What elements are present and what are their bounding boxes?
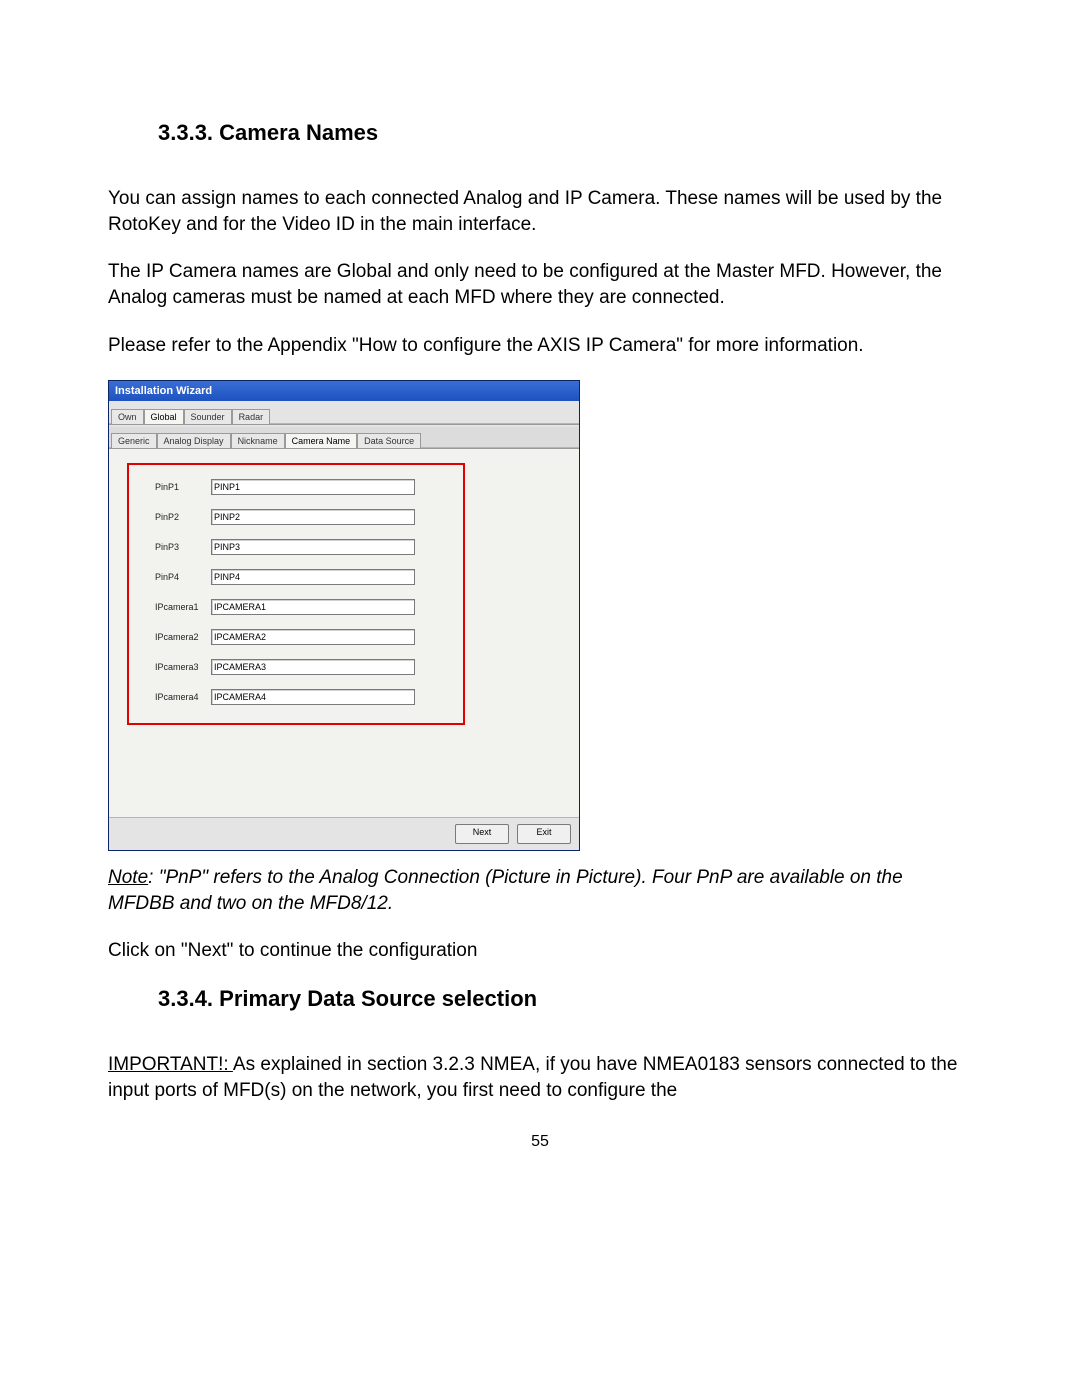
paragraph-3: Please refer to the Appendix "How to con…	[108, 333, 972, 359]
tab-nickname[interactable]: Nickname	[231, 433, 285, 448]
label-ipcamera4: IPcamera4	[155, 692, 211, 702]
input-ipcamera4[interactable]: IPCAMERA4	[211, 689, 415, 705]
heading-334: 3.3.4. Primary Data Source selection	[158, 986, 972, 1012]
field-row-ipcamera2: IPcamera2 IPCAMERA2	[155, 629, 445, 645]
tab-analog-display[interactable]: Analog Display	[157, 433, 231, 448]
inner-tab-strip: Generic Analog Display Nickname Camera N…	[109, 425, 579, 449]
wizard-footer: Next Exit	[109, 817, 579, 850]
important-label: IMPORTANT!:	[108, 1054, 233, 1075]
window-titlebar: Installation Wizard	[109, 381, 579, 401]
tab-global[interactable]: Global	[144, 409, 184, 424]
label-pinp4: PinP4	[155, 572, 211, 582]
heading-333: 3.3.3. Camera Names	[158, 120, 972, 146]
note-label: Note	[108, 867, 148, 888]
input-pinp2[interactable]: PINP2	[211, 509, 415, 525]
label-pinp1: PinP1	[155, 482, 211, 492]
paragraph-1: You can assign names to each connected A…	[108, 186, 972, 237]
paragraph-2: The IP Camera names are Global and only …	[108, 259, 972, 310]
tab-sounder[interactable]: Sounder	[184, 409, 232, 424]
important-body: As explained in section 3.2.3 NMEA, if y…	[108, 1054, 957, 1101]
field-row-ipcamera4: IPcamera4 IPCAMERA4	[155, 689, 445, 705]
installation-wizard-window: Installation Wizard Own Global Sounder R…	[108, 380, 580, 851]
note-body: : "PnP" refers to the Analog Connection …	[108, 867, 903, 914]
exit-button[interactable]: Exit	[517, 824, 571, 844]
field-row-ipcamera3: IPcamera3 IPCAMERA3	[155, 659, 445, 675]
next-button[interactable]: Next	[455, 824, 509, 844]
input-pinp3[interactable]: PINP3	[211, 539, 415, 555]
field-row-ipcamera1: IPcamera1 IPCAMERA1	[155, 599, 445, 615]
important-paragraph: IMPORTANT!: As explained in section 3.2.…	[108, 1052, 972, 1103]
input-pinp1[interactable]: PINP1	[211, 479, 415, 495]
label-pinp2: PinP2	[155, 512, 211, 522]
highlighted-fields-box: PinP1 PINP1 PinP2 PINP2 PinP3 PINP3 PinP…	[127, 463, 465, 725]
outer-tab-strip: Own Global Sounder Radar	[109, 401, 579, 425]
input-ipcamera3[interactable]: IPCAMERA3	[211, 659, 415, 675]
note-paragraph: Note: "PnP" refers to the Analog Connect…	[108, 865, 972, 916]
page-number: 55	[108, 1133, 972, 1151]
field-row-pinp1: PinP1 PINP1	[155, 479, 445, 495]
label-ipcamera2: IPcamera2	[155, 632, 211, 642]
field-row-pinp3: PinP3 PINP3	[155, 539, 445, 555]
tab-camera-name[interactable]: Camera Name	[285, 433, 358, 448]
tab-data-source[interactable]: Data Source	[357, 433, 421, 448]
document-page: 3.3.3. Camera Names You can assign names…	[0, 0, 1080, 1191]
wizard-body: PinP1 PINP1 PinP2 PINP2 PinP3 PINP3 PinP…	[109, 449, 579, 817]
input-pinp4[interactable]: PINP4	[211, 569, 415, 585]
field-row-pinp4: PinP4 PINP4	[155, 569, 445, 585]
tab-own[interactable]: Own	[111, 409, 144, 424]
input-ipcamera1[interactable]: IPCAMERA1	[211, 599, 415, 615]
input-ipcamera2[interactable]: IPCAMERA2	[211, 629, 415, 645]
label-ipcamera3: IPcamera3	[155, 662, 211, 672]
label-ipcamera1: IPcamera1	[155, 602, 211, 612]
field-row-pinp2: PinP2 PINP2	[155, 509, 445, 525]
tab-generic[interactable]: Generic	[111, 433, 157, 448]
click-next-text: Click on "Next" to continue the configur…	[108, 938, 972, 964]
tab-radar[interactable]: Radar	[232, 409, 271, 424]
label-pinp3: PinP3	[155, 542, 211, 552]
